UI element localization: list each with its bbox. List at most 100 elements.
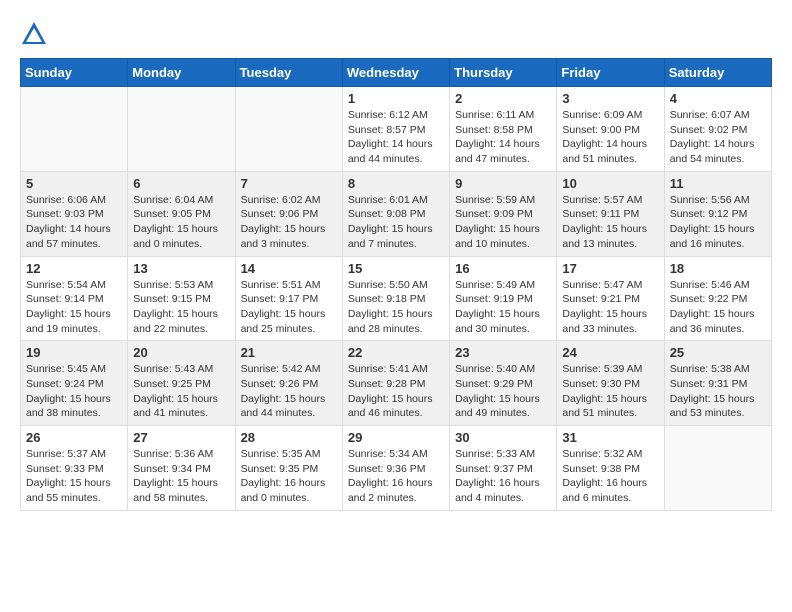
day-info: Sunrise: 6:09 AM Sunset: 9:00 PM Dayligh… [562, 108, 658, 167]
day-number: 26 [26, 430, 122, 445]
calendar-cell [21, 87, 128, 172]
day-info: Sunrise: 6:07 AM Sunset: 9:02 PM Dayligh… [670, 108, 766, 167]
day-number: 11 [670, 176, 766, 191]
calendar-cell: 3 Sunrise: 6:09 AM Sunset: 9:00 PM Daylig… [557, 87, 664, 172]
day-info: Sunrise: 5:41 AM Sunset: 9:28 PM Dayligh… [348, 362, 444, 421]
calendar-cell: 31 Sunrise: 5:32 AM Sunset: 9:38 PM Dayli… [557, 426, 664, 511]
calendar-cell: 8 Sunrise: 6:01 AM Sunset: 9:08 PM Daylig… [342, 171, 449, 256]
day-number: 23 [455, 345, 551, 360]
day-number: 6 [133, 176, 229, 191]
day-number: 8 [348, 176, 444, 191]
day-number: 5 [26, 176, 122, 191]
day-info: Sunrise: 6:12 AM Sunset: 8:57 PM Dayligh… [348, 108, 444, 167]
day-header-friday: Friday [557, 59, 664, 87]
day-info: Sunrise: 5:36 AM Sunset: 9:34 PM Dayligh… [133, 447, 229, 506]
day-info: Sunrise: 5:43 AM Sunset: 9:25 PM Dayligh… [133, 362, 229, 421]
day-number: 29 [348, 430, 444, 445]
calendar-cell: 26 Sunrise: 5:37 AM Sunset: 9:33 PM Dayli… [21, 426, 128, 511]
calendar-cell: 25 Sunrise: 5:38 AM Sunset: 9:31 PM Dayli… [664, 341, 771, 426]
day-number: 17 [562, 261, 658, 276]
calendar-cell: 9 Sunrise: 5:59 AM Sunset: 9:09 PM Daylig… [450, 171, 557, 256]
day-number: 22 [348, 345, 444, 360]
day-header-monday: Monday [128, 59, 235, 87]
calendar-week-1: 1Sunrise: 6:12 AM Sunset: 8:57 PM Daylig… [21, 87, 772, 172]
day-header-thursday: Thursday [450, 59, 557, 87]
day-info: Sunrise: 6:11 AM Sunset: 8:58 PM Dayligh… [455, 108, 551, 167]
calendar-cell: 14 Sunrise: 5:51 AM Sunset: 9:17 PM Dayli… [235, 256, 342, 341]
day-info: Sunrise: 5:39 AM Sunset: 9:30 PM Dayligh… [562, 362, 658, 421]
day-number: 2 [455, 91, 551, 106]
day-info: Sunrise: 5:45 AM Sunset: 9:24 PM Dayligh… [26, 362, 122, 421]
calendar-cell: 28Sunrise: 5:35 AM Sunset: 9:35 PM Dayli… [235, 426, 342, 511]
day-number: 3 [562, 91, 658, 106]
calendar-cell: 22 Sunrise: 5:41 AM Sunset: 9:28 PM Dayli… [342, 341, 449, 426]
day-header-sunday: Sunday [21, 59, 128, 87]
day-number: 30 [455, 430, 551, 445]
day-number: 31 [562, 430, 658, 445]
calendar-cell [664, 426, 771, 511]
calendar-cell: 11 Sunrise: 5:56 AM Sunset: 9:12 PM Dayli… [664, 171, 771, 256]
day-info: Sunrise: 5:53 AM Sunset: 9:15 PM Dayligh… [133, 278, 229, 337]
day-info: Sunrise: 5:54 AM Sunset: 9:14 PM Dayligh… [26, 278, 122, 337]
day-info: Sunrise: 5:34 AM Sunset: 9:36 PM Dayligh… [348, 447, 444, 506]
day-number: 21 [241, 345, 337, 360]
calendar-cell: 18 Sunrise: 5:46 AM Sunset: 9:22 PM Dayli… [664, 256, 771, 341]
logo [20, 20, 52, 48]
day-number: 18 [670, 261, 766, 276]
day-number: 7 [241, 176, 337, 191]
calendar-table: SundayMondayTuesdayWednesdayThursdayFrid… [20, 58, 772, 511]
day-info: Sunrise: 5:56 AM Sunset: 9:12 PM Dayligh… [670, 193, 766, 252]
calendar-cell: 7Sunrise: 6:02 AM Sunset: 9:06 PM Daylig… [235, 171, 342, 256]
day-header-wednesday: Wednesday [342, 59, 449, 87]
day-info: Sunrise: 6:01 AM Sunset: 9:08 PM Dayligh… [348, 193, 444, 252]
day-info: Sunrise: 6:04 AM Sunset: 9:05 PM Dayligh… [133, 193, 229, 252]
day-info: Sunrise: 5:47 AM Sunset: 9:21 PM Dayligh… [562, 278, 658, 337]
calendar-cell: 29 Sunrise: 5:34 AM Sunset: 9:36 PM Dayli… [342, 426, 449, 511]
day-info: Sunrise: 5:37 AM Sunset: 9:33 PM Dayligh… [26, 447, 122, 506]
day-number: 27 [133, 430, 229, 445]
calendar-header-row: SundayMondayTuesdayWednesdayThursdayFrid… [21, 59, 772, 87]
calendar-cell: 30 Sunrise: 5:33 AM Sunset: 9:37 PM Dayli… [450, 426, 557, 511]
day-info: Sunrise: 5:57 AM Sunset: 9:11 PM Dayligh… [562, 193, 658, 252]
day-info: Sunrise: 5:49 AM Sunset: 9:19 PM Dayligh… [455, 278, 551, 337]
day-number: 24 [562, 345, 658, 360]
day-info: Sunrise: 5:46 AM Sunset: 9:22 PM Dayligh… [670, 278, 766, 337]
page-header [20, 20, 772, 48]
calendar-week-2: 5 Sunrise: 6:06 AM Sunset: 9:03 PM Daylig… [21, 171, 772, 256]
calendar-cell: 17 Sunrise: 5:47 AM Sunset: 9:21 PM Dayli… [557, 256, 664, 341]
calendar-cell: 23 Sunrise: 5:40 AM Sunset: 9:29 PM Dayli… [450, 341, 557, 426]
day-number: 14 [241, 261, 337, 276]
day-info: Sunrise: 5:40 AM Sunset: 9:29 PM Dayligh… [455, 362, 551, 421]
day-info: Sunrise: 5:59 AM Sunset: 9:09 PM Dayligh… [455, 193, 551, 252]
day-number: 20 [133, 345, 229, 360]
calendar-week-5: 26 Sunrise: 5:37 AM Sunset: 9:33 PM Dayli… [21, 426, 772, 511]
day-number: 13 [133, 261, 229, 276]
calendar-cell: 16 Sunrise: 5:49 AM Sunset: 9:19 PM Dayli… [450, 256, 557, 341]
day-info: Sunrise: 6:06 AM Sunset: 9:03 PM Dayligh… [26, 193, 122, 252]
day-number: 16 [455, 261, 551, 276]
day-info: Sunrise: 5:33 AM Sunset: 9:37 PM Dayligh… [455, 447, 551, 506]
logo-icon [20, 20, 48, 48]
day-number: 12 [26, 261, 122, 276]
day-info: Sunrise: 5:35 AM Sunset: 9:35 PM Dayligh… [241, 447, 337, 506]
calendar-cell: 15Sunrise: 5:50 AM Sunset: 9:18 PM Dayli… [342, 256, 449, 341]
calendar-cell: 5 Sunrise: 6:06 AM Sunset: 9:03 PM Daylig… [21, 171, 128, 256]
calendar-cell: 20 Sunrise: 5:43 AM Sunset: 9:25 PM Dayli… [128, 341, 235, 426]
calendar-cell: 19 Sunrise: 5:45 AM Sunset: 9:24 PM Dayli… [21, 341, 128, 426]
calendar-cell: 6 Sunrise: 6:04 AM Sunset: 9:05 PM Daylig… [128, 171, 235, 256]
day-header-saturday: Saturday [664, 59, 771, 87]
day-info: Sunrise: 5:51 AM Sunset: 9:17 PM Dayligh… [241, 278, 337, 337]
day-info: Sunrise: 5:38 AM Sunset: 9:31 PM Dayligh… [670, 362, 766, 421]
calendar-week-4: 19 Sunrise: 5:45 AM Sunset: 9:24 PM Dayli… [21, 341, 772, 426]
calendar-cell: 10Sunrise: 5:57 AM Sunset: 9:11 PM Dayli… [557, 171, 664, 256]
day-info: Sunrise: 5:42 AM Sunset: 9:26 PM Dayligh… [241, 362, 337, 421]
calendar-cell: 4Sunrise: 6:07 AM Sunset: 9:02 PM Daylig… [664, 87, 771, 172]
calendar-cell: 12 Sunrise: 5:54 AM Sunset: 9:14 PM Dayli… [21, 256, 128, 341]
calendar-cell: 2 Sunrise: 6:11 AM Sunset: 8:58 PM Daylig… [450, 87, 557, 172]
calendar-cell [235, 87, 342, 172]
day-number: 9 [455, 176, 551, 191]
day-info: Sunrise: 5:32 AM Sunset: 9:38 PM Dayligh… [562, 447, 658, 506]
day-header-tuesday: Tuesday [235, 59, 342, 87]
day-number: 19 [26, 345, 122, 360]
day-number: 25 [670, 345, 766, 360]
